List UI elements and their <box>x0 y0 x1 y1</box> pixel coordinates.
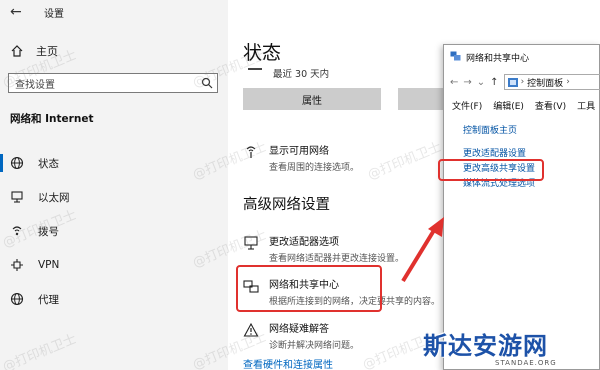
vpn-icon <box>11 259 23 271</box>
sidebar-item-label: VPN <box>38 259 60 271</box>
menu-edit[interactable]: 编辑(E) <box>493 99 524 112</box>
menu-view[interactable]: 查看(V) <box>535 99 566 112</box>
window-title: 网络和共享中心 <box>466 54 530 64</box>
menu-file[interactable]: 文件(F) <box>452 99 482 112</box>
sidebar-item-label: 以太网 <box>38 191 70 204</box>
globe-icon <box>10 156 24 170</box>
advanced-settings-heading: 高级网络设置 <box>243 197 330 213</box>
address-bar[interactable]: › 控制面板 › <box>503 74 600 90</box>
sidebar-item-proxy[interactable]: 代理 <box>0 282 228 316</box>
option-desc: 查看网络适配器并更改连接设置。 <box>269 254 405 264</box>
menu-tools[interactable]: 工具 <box>577 99 595 112</box>
breadcrumb-separator: › <box>520 77 525 87</box>
menu-bar: 文件(F) 编辑(E) 查看(V) 工具 <box>444 97 600 113</box>
address-text: 控制面板 <box>527 78 564 89</box>
brand-watermark: 斯达安游网 STANDAE.ORG <box>423 326 600 370</box>
chevron-down-icon[interactable]: ⌄ <box>477 77 485 88</box>
back-arrow-icon[interactable]: ← <box>10 4 22 20</box>
settings-sidebar: ← 设置 主页 查找设置 网络和 Internet 状态 以太网 拨号 VPN <box>0 0 228 370</box>
ethernet-icon <box>11 191 23 203</box>
navigation-bar: ← → ⌄ ↑ › 控制面板 › <box>444 71 600 93</box>
sharing-center-highlight <box>236 265 382 312</box>
window-title: 设置 <box>44 9 64 20</box>
control-panel-home-link[interactable]: 控制面板主页 <box>463 123 517 136</box>
red-arrow-icon <box>401 217 444 283</box>
brand-name: 斯达安游网 <box>423 331 548 360</box>
option-title: 更改适配器选项 <box>269 237 339 248</box>
sidebar-item-label: 状态 <box>38 157 59 170</box>
proxy-globe-icon <box>10 292 24 306</box>
recent-usage-text: 最近 30 天内 <box>273 69 330 80</box>
properties-button[interactable]: 属性 <box>243 88 381 110</box>
sharing-center-window: 网络和共享中心 ← → ⌄ ↑ › 控制面板 › 文件(F) 编辑(E) 查看(… <box>443 44 600 370</box>
option-desc: 查看周围的连接选项。 <box>269 163 360 173</box>
network-window-icon <box>450 51 461 61</box>
sidebar-item-label: 代理 <box>38 293 59 306</box>
brand-subtitle: STANDAE.ORG <box>495 359 557 367</box>
home-icon <box>11 45 23 57</box>
up-arrow-icon[interactable]: ↑ <box>490 77 498 88</box>
option-desc: 诊断并解决网络问题。 <box>269 341 360 351</box>
advanced-sharing-highlight <box>438 159 544 181</box>
option-title: 显示可用网络 <box>269 146 329 157</box>
sidebar-item-ethernet[interactable]: 以太网 <box>0 180 228 214</box>
option-title: 网络疑难解答 <box>269 324 329 335</box>
control-panel-icon <box>507 77 518 87</box>
forward-arrow-icon[interactable]: → <box>463 77 471 88</box>
section-label: 网络和 Internet <box>10 113 94 125</box>
hardware-properties-link[interactable]: 查看硬件和连接属性 <box>243 356 333 370</box>
breadcrumb-separator: › <box>566 77 570 87</box>
back-arrow-icon[interactable]: ← <box>450 77 458 88</box>
